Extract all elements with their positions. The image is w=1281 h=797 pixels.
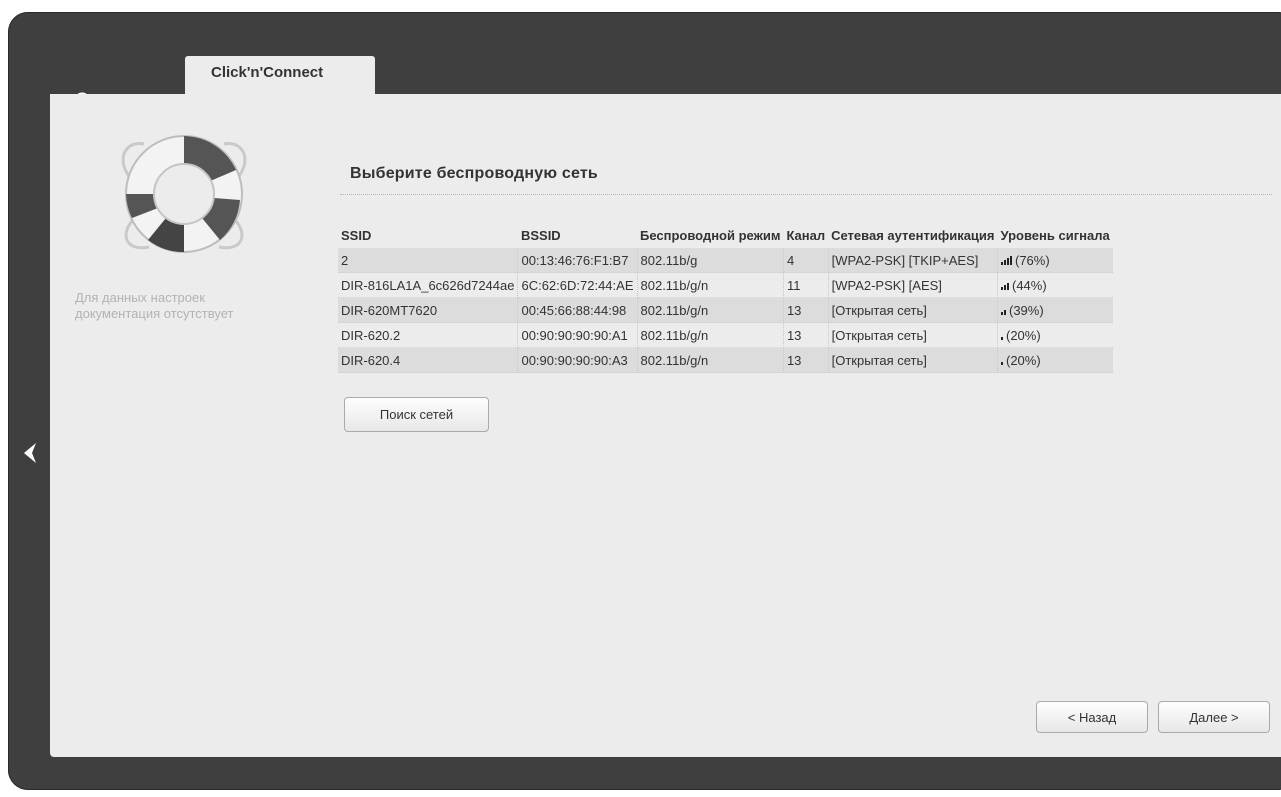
cell-auth: [WPA2-PSK] [AES]: [828, 272, 999, 298]
cell-auth: [Открытая сеть]: [828, 297, 999, 323]
cell-channel: 13: [783, 322, 829, 348]
signal-bars-icon: [1001, 253, 1013, 268]
cell-channel: 4: [783, 248, 829, 273]
networks-table: SSID BSSID Беспроводной режим Канал Сете…: [338, 222, 1113, 373]
cell-signal: (20%): [997, 322, 1113, 348]
table-header-row: SSID BSSID Беспроводной режим Канал Сете…: [338, 222, 1113, 248]
cell-bssid: 00:45:66:88:44:98: [517, 297, 638, 323]
cell-auth: [Открытая сеть]: [828, 322, 999, 348]
lifebuoy-icon: [121, 135, 247, 253]
cell-auth: [Открытая сеть]: [828, 347, 999, 373]
section-title: Выберите беспроводную сеть: [350, 165, 598, 182]
section-divider: [340, 194, 1272, 195]
cell-ssid: DIR-620.2: [338, 322, 519, 348]
cell-auth: [WPA2-PSK] [TKIP+AES]: [828, 248, 999, 273]
table-row[interactable]: DIR-620MT7620 00:45:66:88:44:98 802.11b/g/…: [338, 297, 1113, 323]
back-button[interactable]: < Назад: [1036, 701, 1148, 733]
table-row[interactable]: DIR-620.4 00:90:90:90:90:A3 802.11b/g/n 13[…: [338, 347, 1113, 373]
signal-bars-icon: [1001, 303, 1007, 318]
cell-bssid: 00:13:46:76:F1:B7: [517, 248, 638, 273]
cell-mode: 802.11b/g/n: [637, 347, 784, 373]
cell-channel: 13: [783, 347, 829, 373]
help-text-line: документация отсутствует: [75, 306, 234, 321]
cell-ssid: DIR-620.4: [338, 347, 519, 373]
table-row[interactable]: DIR-816LA1A_6c626d7244ae 6C:62:6D:72:44:A…: [338, 272, 1113, 298]
signal-percent: (44%): [1012, 277, 1047, 293]
col-signal: Уровень сигнала: [1000, 227, 1110, 243]
cell-signal: (76%): [997, 248, 1113, 273]
help-text-line: Для данных настроек: [75, 290, 205, 305]
signal-bars-icon: [1001, 278, 1010, 293]
tab-click-n-connect[interactable]: Click'n'Connect: [185, 56, 375, 96]
cell-signal: (20%): [997, 347, 1113, 373]
signal-percent: (39%): [1009, 302, 1044, 318]
col-mode: Беспроводной режим: [640, 227, 781, 243]
col-auth: Сетевая аутентификация: [831, 227, 995, 243]
cell-bssid: 00:90:90:90:90:A3: [517, 347, 638, 373]
signal-percent: (20%): [1006, 352, 1041, 368]
col-bssid: BSSID: [520, 227, 561, 243]
cell-mode: 802.11b/g/n: [637, 297, 784, 323]
cell-channel: 11: [783, 272, 829, 298]
table-row[interactable]: 2 00:13:46:76:F1:B7 802.11b/g 4 [WPA2-PSK] […: [338, 248, 1113, 273]
col-channel: Канал: [786, 227, 826, 243]
table-row[interactable]: DIR-620.2 00:90:90:90:90:A1 802.11b/g/n 13[…: [338, 322, 1113, 348]
cell-mode: 802.11b/g/n: [637, 272, 784, 298]
col-ssid: SSID: [341, 227, 372, 243]
signal-percent: (20%): [1006, 327, 1041, 343]
signal-bars-icon: [1001, 353, 1004, 368]
cell-ssid: DIR-816LA1A_6c626d7244ae: [338, 272, 519, 298]
chevron-left-icon[interactable]: [20, 440, 40, 466]
cell-channel: 13: [783, 297, 829, 323]
cell-ssid: 2: [338, 248, 519, 273]
next-button[interactable]: Далее >: [1158, 701, 1270, 733]
help-text: Для данных настроек документация отсутст…: [75, 290, 295, 322]
cell-bssid: 00:90:90:90:90:A1: [517, 322, 638, 348]
signal-percent: (76%): [1015, 252, 1050, 268]
cell-mode: 802.11b/g: [637, 248, 784, 273]
scan-networks-button[interactable]: Поиск сетей: [344, 397, 489, 432]
cell-signal: (44%): [997, 272, 1113, 298]
cell-bssid: 6C:62:6D:72:44:AE: [517, 272, 638, 298]
signal-bars-icon: [1001, 328, 1004, 343]
cell-mode: 802.11b/g/n: [637, 322, 784, 348]
cell-signal: (39%): [997, 297, 1113, 323]
cell-ssid: DIR-620MT7620: [338, 297, 519, 323]
